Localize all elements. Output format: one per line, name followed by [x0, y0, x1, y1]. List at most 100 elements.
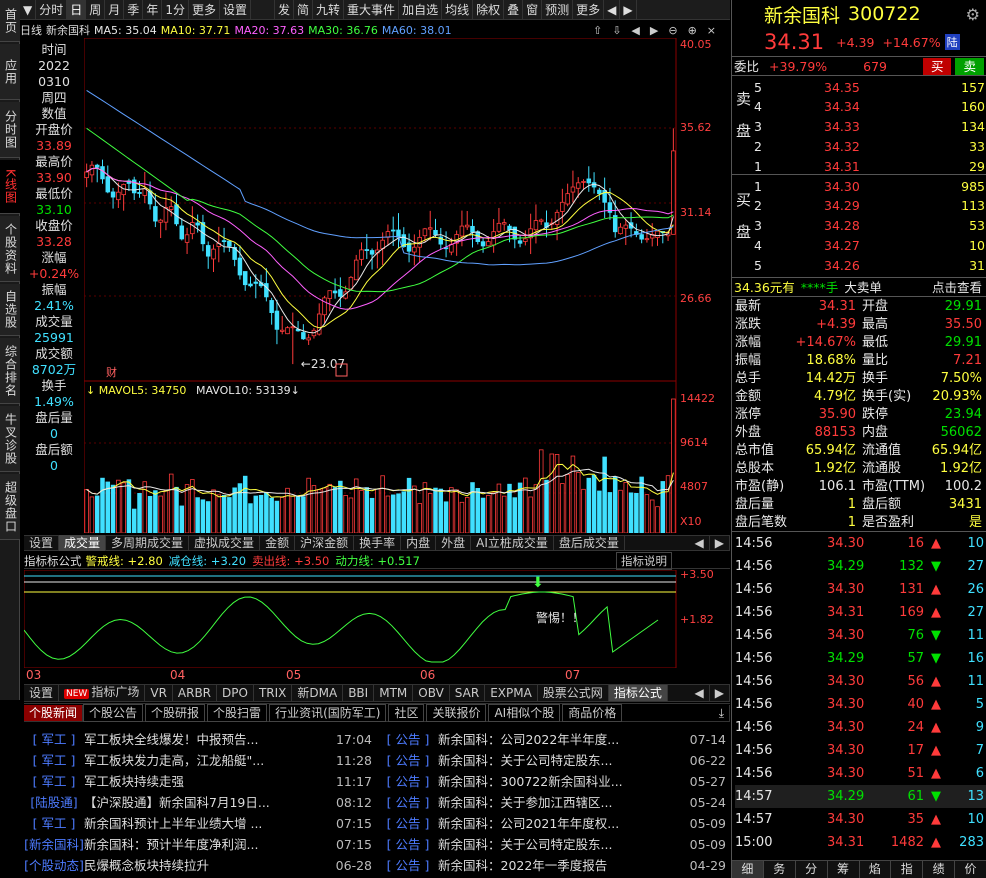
news-tab-2[interactable]: 个股研报	[145, 703, 206, 722]
vol-tab-8[interactable]: 外盘	[436, 535, 472, 551]
sell-button[interactable]: 卖	[955, 58, 984, 75]
download-icon[interactable]: ⤓	[714, 704, 730, 721]
news-title[interactable]: 新余国科：公司2021年年度权...	[438, 813, 684, 834]
toolbar-item-15[interactable]: 均线	[442, 0, 474, 20]
toolbar-item-14[interactable]: 加自选	[399, 0, 443, 20]
news-item[interactable]: [ 公告 ] 新余国科：关于公司特定股东... 05-09	[378, 834, 730, 855]
buy-button[interactable]: 买	[922, 58, 952, 75]
formula-tab-0[interactable]: 设置	[24, 685, 60, 701]
book-row[interactable]: 2 34.29 113	[732, 196, 986, 216]
close-icon[interactable]: ×	[707, 24, 716, 37]
news-item[interactable]: [ 公告 ] 新余国科：公司2022年半年度... 07-14	[378, 729, 730, 750]
vol-tab-3[interactable]: 虚拟成交量	[189, 535, 261, 551]
news-tab-4[interactable]: 行业资讯(国防军工)	[269, 703, 387, 722]
toolbar-item-3[interactable]: 月	[105, 0, 125, 20]
formula-tab-3[interactable]: ARBR	[173, 685, 218, 701]
news-tag[interactable]: [ 公告 ]	[378, 834, 438, 855]
formula-tab-4[interactable]: DPO	[217, 685, 254, 701]
down-arrow-icon[interactable]: ⇩	[612, 24, 621, 37]
news-tag[interactable]: [ 公告 ]	[378, 813, 438, 834]
news-tag[interactable]: [ 公告 ]	[378, 855, 438, 876]
news-tag[interactable]: [陆股通]	[24, 792, 84, 813]
book-row[interactable]: 3 34.33 134	[732, 117, 986, 137]
toolbar-item-6[interactable]: 1分	[162, 0, 189, 20]
news-tag[interactable]: [ 军工 ]	[24, 729, 84, 750]
toolbar-item-13[interactable]: 重大事件	[344, 0, 400, 20]
indicator-help-button[interactable]: 指标说明	[616, 551, 672, 570]
vol-tab-4[interactable]: 金额	[260, 535, 296, 551]
news-title[interactable]: 民爆概念板块持续拉升	[84, 855, 330, 876]
news-title[interactable]: 军工板块持续走强	[84, 771, 330, 792]
vol-tab-0[interactable]: 设置	[24, 535, 60, 551]
formula-tab-9[interactable]: OBV	[413, 685, 450, 701]
next-icon[interactable]: ▶	[650, 24, 658, 37]
gear-icon[interactable]: ⚙	[966, 5, 980, 24]
left-tab-3[interactable]: K线图	[0, 160, 20, 214]
indicator-chart[interactable]: +3.50 +1.82 ⬇ 警惕！！	[24, 570, 730, 668]
formula-tab-11[interactable]: EXPMA	[485, 685, 538, 701]
quote-tab-6[interactable]: 绩	[923, 861, 956, 878]
toolbar-item-4[interactable]: 季	[124, 0, 144, 20]
news-item[interactable]: [陆股通] 【沪深股通】新余国科7月19日... 08:12	[24, 792, 376, 813]
news-tag[interactable]: [ 公告 ]	[378, 792, 438, 813]
left-tab-8[interactable]: 超级盘口	[0, 474, 20, 540]
news-item[interactable]: [ 公告 ] 新余国科：关于公司特定股东... 06-22	[378, 750, 730, 771]
news-tag[interactable]: [ 军工 ]	[24, 771, 84, 792]
formula-tab-1[interactable]: NEW 指标广场	[59, 684, 146, 702]
toolbar-item-10[interactable]: 发	[275, 0, 295, 20]
news-tag[interactable]: [ 公告 ]	[378, 771, 438, 792]
toolbar-item-11[interactable]: 简	[294, 0, 314, 20]
formula-tab-5[interactable]: TRIX	[254, 685, 293, 701]
news-tab-7[interactable]: AI相似个股	[488, 703, 561, 722]
news-item[interactable]: [ 公告 ] 新余国科：公司2021年年度权... 05-09	[378, 813, 730, 834]
news-tab-6[interactable]: 关联报价	[426, 703, 487, 722]
menu-toggle-icon[interactable]: ▼	[20, 0, 37, 20]
left-tab-5[interactable]: 自选股	[0, 284, 20, 336]
vol-tab-5[interactable]: 沪深金额	[295, 535, 355, 551]
news-title[interactable]: 军工板块全线爆发！中报预告...	[84, 729, 330, 750]
kline-chart[interactable]: 40.0535.6231.1426.66←23.07财↓ MAVOL5: 347…	[84, 38, 730, 533]
toolbar-item-1[interactable]: 日	[67, 0, 87, 20]
news-tag[interactable]: [ 公告 ]	[378, 750, 438, 771]
book-row[interactable]: 3 34.28 53	[732, 216, 986, 236]
toolbar-item-0[interactable]: 分时	[36, 0, 68, 20]
toolbar-item-5[interactable]: 年	[143, 0, 163, 20]
news-title[interactable]: 【沪深股通】新余国科7月19日...	[84, 792, 330, 813]
pin-icon[interactable]: ◀	[604, 0, 621, 20]
book-row[interactable]: 5 34.26 31	[732, 256, 986, 276]
news-tag[interactable]: [新余国科]	[24, 834, 84, 855]
news-title[interactable]: 新余国科：预计半年度净利润...	[84, 834, 330, 855]
vol-tab-7[interactable]: 内盘	[401, 535, 437, 551]
quote-tab-4[interactable]: 焰	[860, 861, 892, 878]
quote-tab-0[interactable]: 细	[732, 861, 764, 878]
formula-tab-13[interactable]: 指标公式	[608, 685, 668, 701]
expand-icon[interactable]: ▶	[620, 0, 637, 20]
quote-tab-5[interactable]: 指	[891, 861, 924, 878]
news-item[interactable]: [ 军工 ] 军工板块全线爆发！中报预告... 17:04	[24, 729, 376, 750]
news-item[interactable]: [ 公告 ] 新余国科：关于参加江西辖区... 05-24	[378, 792, 730, 813]
toolbar-item-20[interactable]: 更多	[573, 0, 605, 20]
news-tag[interactable]: [个股动态]	[24, 855, 84, 876]
news-item[interactable]: [ 公告 ] 新余国科：2022年一季度报告 04-29	[378, 855, 730, 876]
news-tab-3[interactable]: 个股扫雷	[207, 703, 268, 722]
formula-tab-8[interactable]: MTM	[374, 685, 414, 701]
quote-tab-7[interactable]: 价	[955, 861, 986, 878]
book-row[interactable]: 4 34.34 160	[732, 97, 986, 117]
left-tab-1[interactable]: 应用	[0, 44, 20, 100]
vol-tab-10[interactable]: 盘后成交量	[554, 535, 625, 551]
left-tab-4[interactable]: 个股资料	[0, 216, 20, 282]
news-item[interactable]: [新余国科] 新余国科：预计半年度净利润... 07:15	[24, 834, 376, 855]
book-row[interactable]: 1 34.31 29	[732, 157, 986, 177]
zoom-in-icon[interactable]: ⊕	[688, 24, 697, 37]
up-arrow-icon[interactable]: ⇧	[593, 24, 602, 37]
news-item[interactable]: [ 军工 ] 军工板块持续走强 11:17	[24, 771, 376, 792]
news-tag[interactable]: [ 军工 ]	[24, 750, 84, 771]
news-title[interactable]: 军工板块发力走高，江龙船艇"...	[84, 750, 330, 771]
left-tab-0[interactable]: 首页	[0, 0, 20, 42]
formula-tab-12[interactable]: 股票公式网	[538, 685, 609, 701]
left-tab-7[interactable]: 牛叉诊股	[0, 406, 20, 472]
vol-tab-1[interactable]: 成交量	[59, 535, 107, 551]
vol-tab-2[interactable]: 多周期成交量	[106, 535, 190, 551]
news-title[interactable]: 新余国科：2022年一季度报告	[438, 855, 684, 876]
toolbar-item-17[interactable]: 叠	[504, 0, 524, 20]
